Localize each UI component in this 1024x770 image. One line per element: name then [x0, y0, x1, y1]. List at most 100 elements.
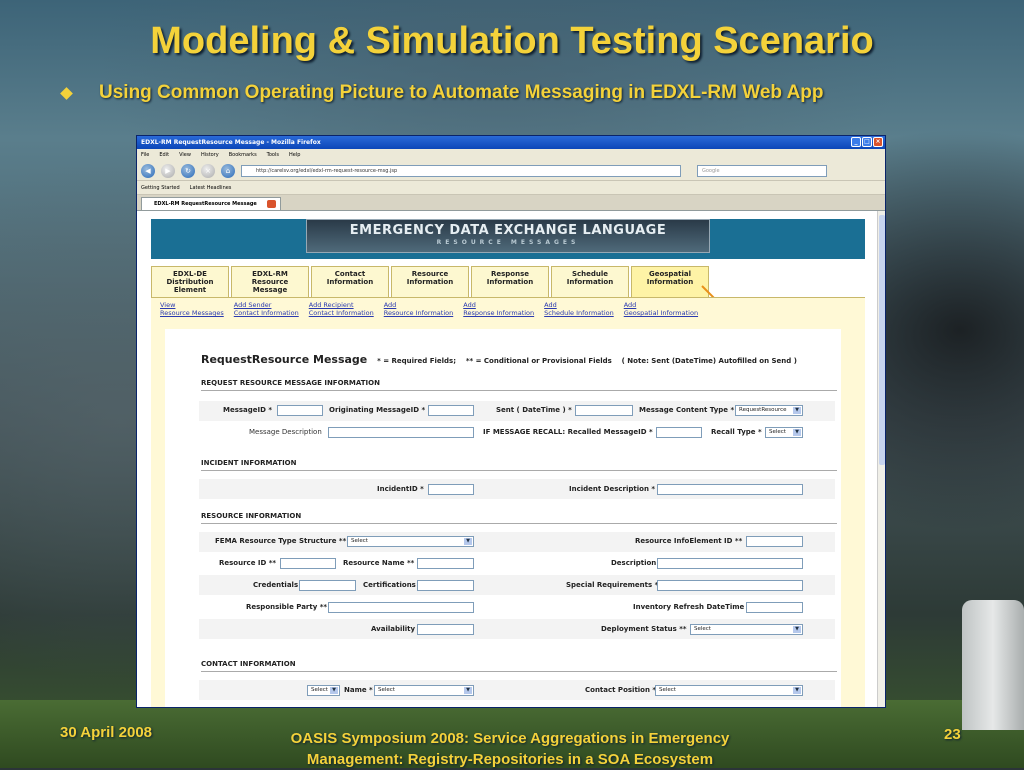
label-description: Description [611, 559, 657, 567]
silo-image [962, 600, 1024, 730]
browser-tab-label: EDXL-RM RequestResource Message [154, 201, 257, 207]
tab-edxl-rm[interactable]: EDXL-RM Resource Message [231, 266, 309, 297]
slide-title: Modeling & Simulation Testing Scenario [150, 20, 874, 62]
link-add-schedule[interactable]: Add Schedule Information [544, 301, 614, 323]
back-icon[interactable]: ◀ [141, 163, 155, 178]
menu-edit[interactable]: Edit [159, 152, 169, 158]
menu-file[interactable]: File [141, 152, 149, 158]
responsible-input[interactable] [328, 602, 474, 613]
label-inventory: Inventory Refresh DateTime [633, 603, 745, 611]
link-add-resource[interactable]: Add Resource Information [384, 301, 454, 323]
name-select[interactable]: Select ▼ [374, 685, 474, 696]
chevron-down-icon: ▼ [793, 429, 801, 436]
footer-date: 30 April 2008 [60, 724, 152, 741]
section-incident: INCIDENT INFORMATION [201, 459, 297, 467]
special-req-input[interactable] [657, 580, 803, 591]
link-view-messages[interactable]: View Resource Messages [160, 301, 224, 323]
window-titlebar: EDXL-RM RequestResource Message - Mozill… [137, 136, 885, 149]
label-fema: FEMA Resource Type Structure ** [215, 537, 347, 545]
bookmark-latest-headlines[interactable]: Latest Headlines [190, 185, 232, 191]
incident-desc-input[interactable] [657, 484, 803, 495]
close-icon[interactable]: × [873, 137, 883, 147]
orig-message-id-input[interactable] [428, 405, 474, 416]
bookmarks-toolbar: Getting Started Latest Headlines [137, 181, 885, 195]
tab-geospatial[interactable]: Geospatial Information [631, 266, 709, 297]
navigation-toolbar: ◀ ▶ ↻ × ⌂ http://carelsv.org/edxl/edxl-r… [137, 161, 885, 181]
contact-prefix-select[interactable]: Select ▼ [307, 685, 340, 696]
browser-tab[interactable]: EDXL-RM RequestResource Message [141, 197, 281, 210]
reload-icon[interactable]: ↻ [181, 163, 195, 178]
tab-response[interactable]: Response Information [471, 266, 549, 297]
tab-schedule[interactable]: Schedule Information [551, 266, 629, 297]
deployment-select[interactable]: Select ▼ [690, 624, 803, 635]
link-add-geospatial[interactable]: Add Geospatial Information [624, 301, 698, 323]
scrollbar-thumb[interactable] [879, 215, 885, 465]
tab-close-icon[interactable] [267, 200, 276, 208]
menu-bar: File Edit View History Bookmarks Tools H… [137, 149, 885, 161]
page-scrollbar[interactable] [877, 211, 885, 707]
certifications-input[interactable] [417, 580, 474, 591]
label-special-req: Special Requirements * [566, 581, 659, 589]
credentials-input[interactable] [299, 580, 356, 591]
label-incident-desc: Incident Description * [569, 485, 656, 493]
forward-icon[interactable]: ▶ [161, 163, 175, 178]
menu-tools[interactable]: Tools [267, 152, 279, 158]
request-resource-form: RequestResource Message * = Required Fie… [165, 329, 841, 707]
minimize-icon[interactable]: _ [851, 137, 861, 147]
form-area: RequestResource Message * = Required Fie… [151, 323, 865, 707]
banner-subtitle: RESOURCE MESSAGES [436, 239, 580, 246]
description-input[interactable] [657, 558, 803, 569]
sent-input[interactable] [575, 405, 633, 416]
menu-view[interactable]: View [179, 152, 191, 158]
search-input[interactable]: Google [697, 164, 827, 177]
link-add-recipient[interactable]: Add Recipient Contact Information [309, 301, 374, 323]
message-desc-input[interactable] [328, 427, 474, 438]
bookmark-getting-started[interactable]: Getting Started [141, 185, 180, 191]
message-id-input[interactable] [277, 405, 323, 416]
chevron-down-icon: ▼ [464, 687, 472, 694]
section-divider [201, 671, 837, 672]
footer-text: OASIS Symposium 2008: Service Aggregatio… [240, 728, 780, 770]
menu-help[interactable]: Help [289, 152, 300, 158]
menu-history[interactable]: History [201, 152, 219, 158]
label-sent: Sent ( DateTime ) * [496, 406, 572, 414]
inventory-input[interactable] [746, 602, 803, 613]
chevron-down-icon: ▼ [793, 687, 801, 694]
tab-edxl-de[interactable]: EDXL-DE Distribution Element [151, 266, 229, 297]
content-type-select[interactable]: RequestResource ▼ [735, 405, 803, 416]
incident-id-input[interactable] [428, 484, 474, 495]
browser-window: EDXL-RM RequestResource Message - Mozill… [136, 135, 886, 708]
footer-line-1: OASIS Symposium 2008: Service Aggregatio… [290, 730, 730, 747]
label-contact-position: Contact Position * [585, 686, 657, 694]
url-input[interactable]: http://carelsv.org/edxl/edxl-rm-request-… [241, 164, 681, 177]
link-add-response[interactable]: Add Response Information [463, 301, 534, 323]
recalled-id-input[interactable] [656, 427, 702, 438]
section-divider [201, 390, 837, 391]
link-add-sender[interactable]: Add Sender Contact Information [234, 301, 299, 323]
label-incident-id: IncidentID * [377, 485, 424, 493]
footer-line-2: Management: Registry-Repositories in a S… [306, 751, 714, 768]
browser-tab-strip: EDXL-RM RequestResource Message [137, 195, 885, 211]
fema-select[interactable]: Select ▼ [347, 536, 474, 547]
chevron-down-icon: ▼ [464, 538, 472, 545]
contact-position-select[interactable]: Select ▼ [655, 685, 803, 696]
menu-bookmarks[interactable]: Bookmarks [229, 152, 257, 158]
label-message-desc: Message Description [249, 428, 322, 436]
availability-input[interactable] [417, 624, 474, 635]
home-icon[interactable]: ⌂ [221, 163, 235, 178]
resource-name-input[interactable] [417, 558, 474, 569]
tab-contact[interactable]: Contact Information [311, 266, 389, 297]
resource-id-input[interactable] [280, 558, 336, 569]
label-recalled-id: IF MESSAGE RECALL: Recalled MessageID * [483, 428, 653, 436]
app-tabs: EDXL-DE Distribution Element EDXL-RM Resour… [151, 266, 709, 297]
recall-type-select[interactable]: Select ▼ [765, 427, 803, 438]
label-content-type: Message Content Type * [639, 406, 735, 414]
label-credentials: Credentials [253, 581, 299, 589]
banner-title: EMERGENCY DATA EXCHANGE LANGUAGE [349, 223, 667, 238]
maximize-icon[interactable]: □ [862, 137, 872, 147]
stop-icon[interactable]: × [201, 163, 215, 178]
info-element-id-input[interactable] [746, 536, 803, 547]
tab-resource[interactable]: Resource Information [391, 266, 469, 297]
section-resource: RESOURCE INFORMATION [201, 512, 302, 520]
edxl-banner: EMERGENCY DATA EXCHANGE LANGUAGE RESOURC… [151, 219, 865, 259]
